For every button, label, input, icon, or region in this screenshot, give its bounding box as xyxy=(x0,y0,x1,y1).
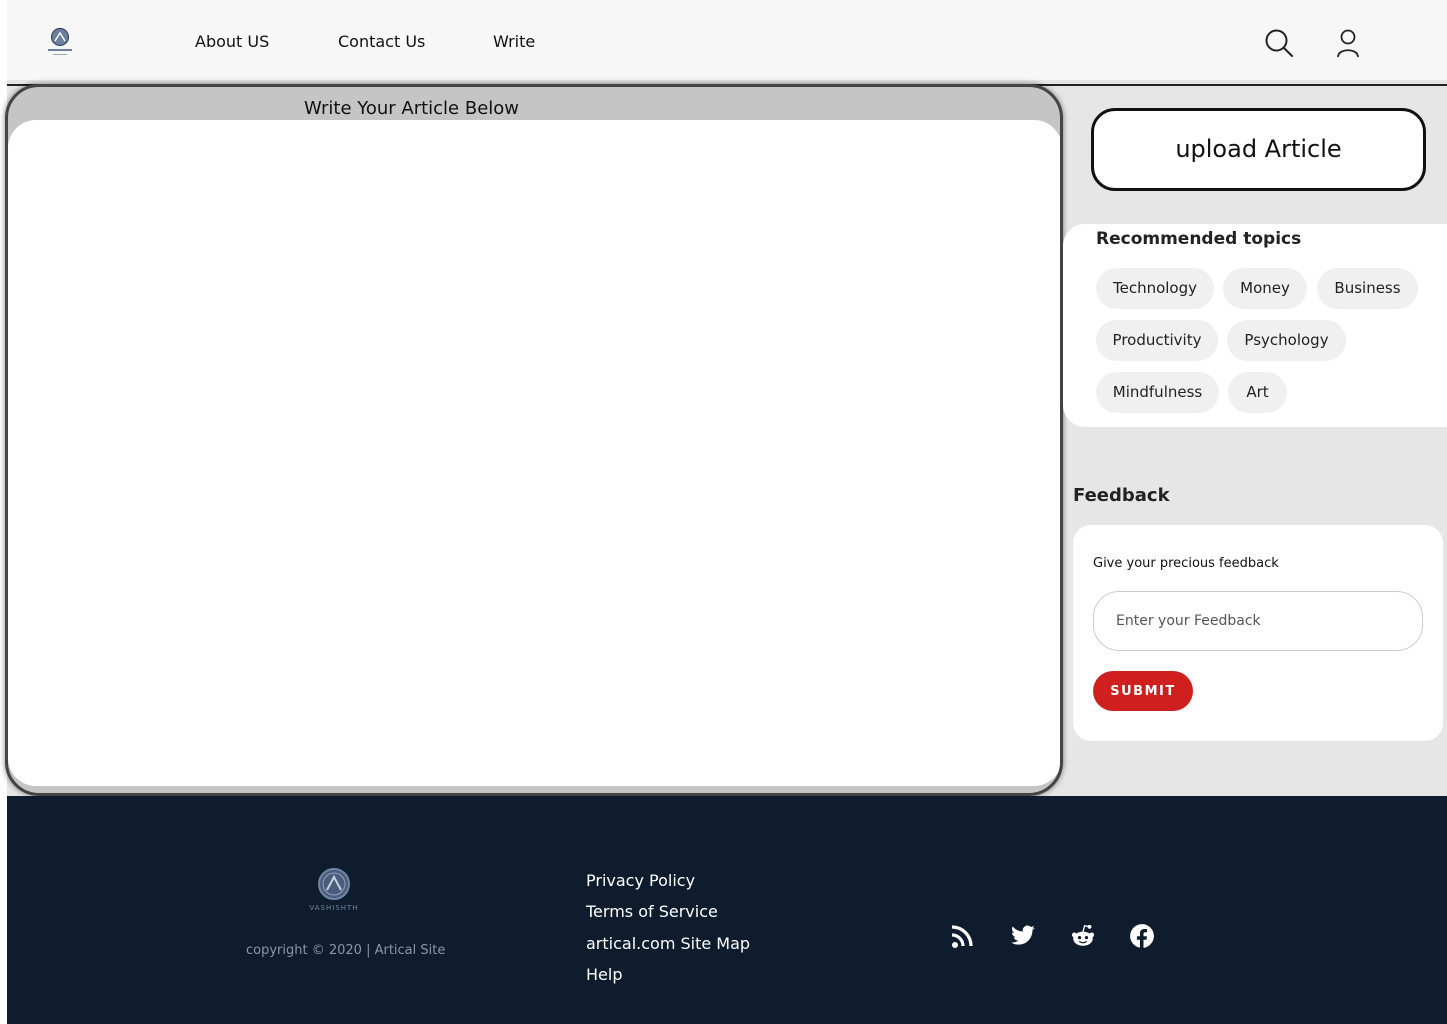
twitter-button[interactable] xyxy=(1010,923,1036,951)
site-logo[interactable] xyxy=(45,26,75,60)
topic-chip-art[interactable]: Art xyxy=(1228,372,1287,413)
rss-button[interactable] xyxy=(951,923,977,951)
feedback-label: Give your precious feedback xyxy=(1093,556,1279,571)
feedback-card: Give your precious feedback SUBMIT xyxy=(1073,525,1443,741)
topics-title: Recommended topics xyxy=(1096,229,1302,249)
facebook-button[interactable] xyxy=(1129,923,1155,951)
topic-chip-business[interactable]: Business xyxy=(1317,268,1418,309)
user-icon xyxy=(1337,29,1359,58)
logo-icon xyxy=(48,27,72,55)
privacy-policy-link[interactable]: Privacy Policy xyxy=(586,871,695,890)
nav-write[interactable]: Write xyxy=(493,32,535,51)
nav-about-us[interactable]: About US xyxy=(195,32,269,51)
reddit-button[interactable] xyxy=(1070,923,1096,951)
terms-of-service-link[interactable]: Terms of Service xyxy=(586,902,718,921)
editor-title: Write Your Article Below xyxy=(304,98,520,119)
article-editor-panel: Write Your Article Below xyxy=(5,84,1063,796)
topic-chip-money[interactable]: Money xyxy=(1223,268,1307,309)
search-icon xyxy=(1265,29,1293,57)
article-textarea[interactable] xyxy=(8,120,1060,786)
topic-chip-productivity[interactable]: Productivity xyxy=(1096,320,1218,361)
feedback-input[interactable] xyxy=(1093,591,1423,651)
feedback-heading: Feedback xyxy=(1073,485,1170,506)
account-button[interactable] xyxy=(1335,28,1361,58)
search-button[interactable] xyxy=(1264,28,1294,58)
help-link[interactable]: Help xyxy=(586,965,622,984)
rss-icon xyxy=(951,925,973,948)
topic-chip-technology[interactable]: Technology xyxy=(1096,268,1214,309)
footer-logo[interactable]: VASHISHTH xyxy=(303,866,365,924)
facebook-icon xyxy=(1130,924,1154,949)
copyright-text: copyright © 2020 | Artical Site xyxy=(246,943,446,958)
topic-chip-psychology[interactable]: Psychology xyxy=(1227,320,1346,361)
nav-contact-us[interactable]: Contact Us xyxy=(338,32,425,51)
upload-article-button[interactable]: upload Article xyxy=(1091,108,1426,191)
reddit-icon xyxy=(1071,924,1095,946)
twitter-icon xyxy=(1011,925,1035,945)
footer-logo-text: VASHISHTH xyxy=(309,904,359,912)
site-map-link[interactable]: artical.com Site Map xyxy=(586,934,750,953)
footer: VASHISHTH copyright © 2020 | Artical Sit… xyxy=(7,796,1447,1024)
submit-button[interactable]: SUBMIT xyxy=(1093,671,1193,711)
page: About US Contact Us Write Write Your Art… xyxy=(0,0,1447,1024)
topic-chip-mindfulness[interactable]: Mindfulness xyxy=(1096,372,1219,413)
logo-icon xyxy=(318,868,350,900)
top-navbar: About US Contact Us Write xyxy=(7,0,1447,80)
recommended-topics-card: Recommended topics Technology Money Busi… xyxy=(1063,224,1447,427)
